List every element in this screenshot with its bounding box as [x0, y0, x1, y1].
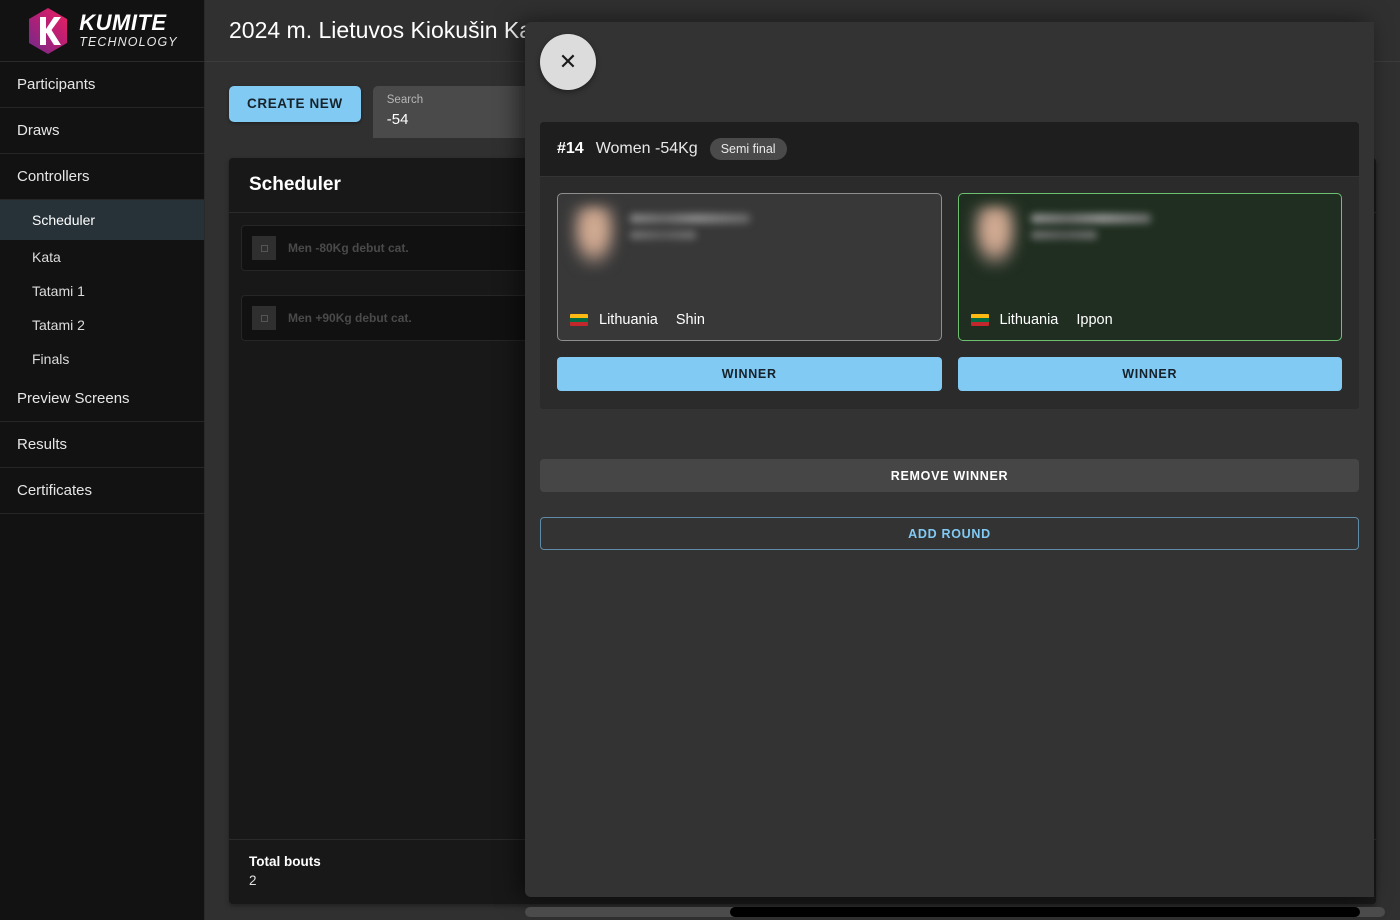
avatar: [971, 206, 1019, 268]
fighter-column-right: Lithuania Ippon WINNER: [958, 193, 1343, 391]
add-round-button[interactable]: ADD ROUND: [540, 517, 1359, 550]
sidebar-item-participants[interactable]: Participants: [0, 62, 204, 108]
brand-logo[interactable]: KUMITE TECHNOLOGY: [0, 0, 204, 62]
sidebar-item-label: Draws: [17, 122, 60, 139]
fighter-name-redacted: [630, 206, 750, 239]
sidebar-item-certificates[interactable]: Certificates: [0, 468, 204, 514]
drag-handle-icon[interactable]: [252, 236, 276, 260]
bout-card: #14 Women -54Kg Semi final: [540, 122, 1359, 409]
sidebar-item-label: Tatami 2: [32, 317, 85, 333]
bout-detail-modal: ✕ #14 Women -54Kg Semi final: [525, 22, 1374, 897]
bout-category: Women -54Kg: [596, 140, 698, 158]
bout-number: #14: [557, 140, 584, 158]
status-badge: Semi final: [710, 138, 787, 160]
fighter-name-redacted: [1031, 206, 1151, 239]
sidebar-item-draws[interactable]: Draws: [0, 108, 204, 154]
sidebar-item-label: Controllers: [17, 168, 90, 185]
sidebar-item-preview-screens[interactable]: Preview Screens: [0, 376, 204, 422]
lithuania-flag-icon: [971, 314, 989, 326]
sidebar-item-kata[interactable]: Kata: [0, 240, 204, 274]
list-item-label: Men -80Kg debut cat.: [288, 241, 409, 255]
sidebar-item-finals[interactable]: Finals: [0, 342, 204, 376]
total-bouts-stat: Total bouts 2: [249, 854, 321, 888]
create-new-button[interactable]: CREATE NEW: [229, 86, 361, 122]
fighter-meta: Lithuania Shin: [570, 312, 929, 328]
fighter-card[interactable]: Lithuania Shin: [557, 193, 942, 341]
sidebar: KUMITE TECHNOLOGY Participants Draws Con…: [0, 0, 205, 920]
fighter-identity: [971, 206, 1330, 268]
lithuania-flag-icon: [570, 314, 588, 326]
fighter-meta: Lithuania Ippon: [971, 312, 1330, 328]
sidebar-item-label: Results: [17, 436, 67, 453]
page-title: 2024 m. Lietuvos Kiokušin Kara: [229, 17, 552, 44]
fighter-column-left: Lithuania Shin WINNER: [557, 193, 942, 391]
brand-subtitle: TECHNOLOGY: [79, 36, 178, 49]
fighters-row: Lithuania Shin WINNER: [540, 177, 1359, 409]
winner-button-right[interactable]: WINNER: [958, 357, 1343, 391]
drag-handle-icon[interactable]: [252, 306, 276, 330]
sidebar-item-tatami-2[interactable]: Tatami 2: [0, 308, 204, 342]
remove-winner-button[interactable]: REMOVE WINNER: [540, 459, 1359, 492]
fighter-score: Ippon: [1076, 312, 1112, 328]
fighter-score: Shin: [676, 312, 705, 328]
scrollbar-thumb[interactable]: [730, 907, 1360, 917]
brand-name: KUMITE: [79, 12, 178, 34]
sidebar-item-label: Scheduler: [32, 212, 95, 228]
sidebar-item-label: Preview Screens: [17, 390, 130, 407]
bout-header: #14 Women -54Kg Semi final: [540, 122, 1359, 177]
horizontal-scrollbar[interactable]: [525, 907, 1385, 917]
sidebar-item-label: Certificates: [17, 482, 92, 499]
sidebar-item-label: Tatami 1: [32, 283, 85, 299]
sidebar-item-tatami-1[interactable]: Tatami 1: [0, 274, 204, 308]
sidebar-item-results[interactable]: Results: [0, 422, 204, 468]
winner-button-left[interactable]: WINNER: [557, 357, 942, 391]
list-item-label: Men +90Kg debut cat.: [288, 311, 412, 325]
kumite-hexagon-logo-icon: [26, 7, 70, 55]
sidebar-item-controllers[interactable]: Controllers: [0, 154, 204, 200]
total-bouts-label: Total bouts: [249, 854, 321, 869]
app-root: KUMITE TECHNOLOGY Participants Draws Con…: [0, 0, 1400, 920]
fighter-country: Lithuania: [599, 312, 658, 328]
fighter-country: Lithuania: [1000, 312, 1059, 328]
sidebar-item-scheduler[interactable]: Scheduler: [0, 200, 204, 240]
sidebar-item-label: Participants: [17, 76, 95, 93]
avatar: [570, 206, 618, 268]
sidebar-item-label: Kata: [32, 249, 61, 265]
total-bouts-value: 2: [249, 873, 321, 888]
close-icon[interactable]: ✕: [540, 34, 596, 90]
sidebar-item-label: Finals: [32, 351, 69, 367]
fighter-card[interactable]: Lithuania Ippon: [958, 193, 1343, 341]
close-glyph: ✕: [559, 51, 577, 73]
fighter-identity: [570, 206, 929, 268]
